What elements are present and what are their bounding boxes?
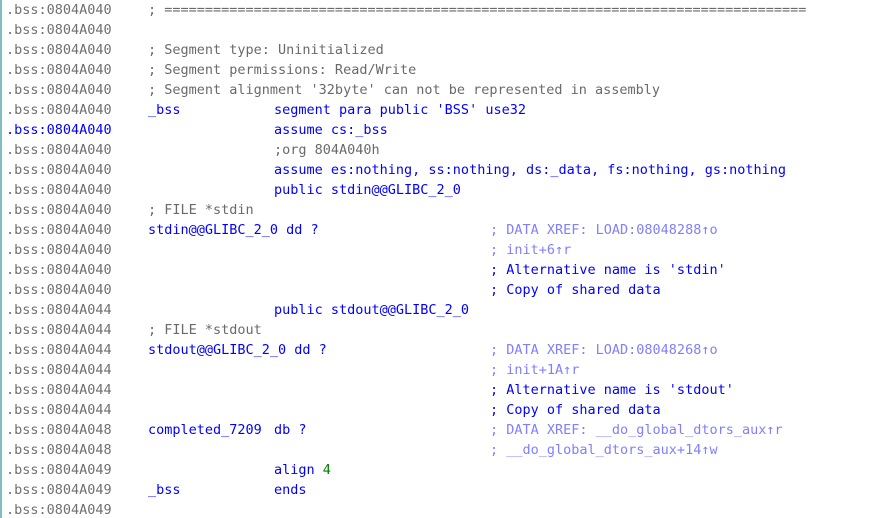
line-address[interactable]: .bss:0804A044 (6, 340, 112, 360)
listing-line[interactable]: .bss:0804A040 ; =========================… (2, 0, 892, 20)
line-address[interactable]: .bss:0804A040 (6, 220, 112, 240)
instruction-mnemonic: assume cs:_bss (274, 122, 388, 138)
instruction-mnemonic: ;org 804A040h (274, 142, 380, 158)
listing-line[interactable]: .bss:0804A040 ; FILE *stdin (2, 200, 892, 220)
line-address[interactable]: .bss:0804A040 (6, 80, 112, 100)
line-address[interactable]: .bss:0804A040 (6, 280, 112, 300)
listing-line[interactable]: .bss:0804A040 ; Segment permissions: Read… (2, 60, 892, 80)
label-name[interactable]: completed_7209 (148, 420, 262, 440)
listing-line[interactable]: .bss:0804A040 (2, 20, 892, 40)
line-address[interactable]: .bss:0804A040 (6, 240, 112, 260)
instruction-mnemonic: db ? (274, 422, 307, 438)
listing-line[interactable]: .bss:0804A040 ; Alternative name is 'stdi… (2, 260, 892, 280)
label-name[interactable]: stdout@@GLIBC_2_0 dd ? (148, 340, 327, 360)
line-comment: ; Segment permissions: Read/Write (148, 62, 417, 78)
listing-line[interactable]: .bss:0804A048 ; __do_global_dtors_aux+14↑… (2, 440, 892, 460)
line-address[interactable]: .bss:0804A040 (6, 200, 112, 220)
instruction-text: ends (274, 480, 307, 500)
line-address[interactable]: .bss:0804A040 (6, 260, 112, 280)
instruction-text: public stdin@@GLIBC_2_0 (274, 180, 461, 200)
disassembly-listing[interactable]: .bss:0804A040 ; =========================… (0, 0, 892, 518)
instruction-text: assume cs:_bss (274, 120, 388, 140)
xref-comment[interactable]: ; DATA XREF: LOAD:08048268↑o (490, 340, 718, 360)
listing-line[interactable]: .bss:0804A040 public stdin@@GLIBC_2_0 (2, 180, 892, 200)
line-address[interactable]: .bss:0804A040 (6, 120, 112, 140)
label-name[interactable]: stdin@@GLIBC_2_0 dd ? (148, 220, 319, 240)
xref-comment[interactable]: ; DATA XREF: __do_global_dtors_aux↑r (490, 420, 783, 440)
instruction-text: align 4 (274, 460, 331, 480)
listing-line[interactable]: .bss:0804A044 ; Copy of shared data (2, 400, 892, 420)
listing-line[interactable]: .bss:0804A040 ; Copy of shared data (2, 280, 892, 300)
instruction-mnemonic: align (274, 462, 315, 478)
line-address[interactable]: .bss:0804A040 (6, 60, 112, 80)
line-comment: ; Alternative name is 'stdin' (490, 262, 726, 278)
listing-line[interactable]: .bss:0804A040 stdin@@GLIBC_2_0 dd ? ; DATA… (2, 220, 892, 240)
listing-line[interactable]: .bss:0804A048 completed_7209 db ? ; DATA XR… (2, 420, 892, 440)
listing-line[interactable]: .bss:0804A049 _bss ends (2, 480, 892, 500)
listing-line[interactable]: .bss:0804A040 ; Segment type: Uninitializ… (2, 40, 892, 60)
instruction-operand: 4 (322, 462, 331, 478)
line-comment: ; ======================================… (148, 2, 807, 18)
instruction-text: assume es:nothing, ss:nothing, ds:_data,… (274, 160, 786, 180)
line-comment: ; FILE *stdout (148, 322, 262, 338)
line-address[interactable]: .bss:0804A040 (6, 180, 112, 200)
line-address[interactable]: .bss:0804A044 (6, 400, 112, 420)
listing-line[interactable]: .bss:0804A044 public stdout@@GLIBC_2_0 (2, 300, 892, 320)
line-address[interactable]: .bss:0804A040 (6, 140, 112, 160)
instruction-mnemonic: ends (274, 482, 307, 498)
instruction-text: segment para public 'BSS' use32 (274, 100, 526, 120)
xref-comment[interactable]: ; init+1A↑r (490, 360, 579, 380)
listing-line[interactable]: .bss:0804A040 ; Segment alignment '32byte… (2, 80, 892, 100)
line-comment: ; Segment alignment '32byte' can not be … (148, 82, 661, 98)
listing-line[interactable]: .bss:0804A049 (2, 500, 892, 518)
line-address[interactable]: .bss:0804A044 (6, 300, 112, 320)
listing-line[interactable]: .bss:0804A044 stdout@@GLIBC_2_0 dd ? ; DAT… (2, 340, 892, 360)
listing-line[interactable]: .bss:0804A044 ; Alternative name is 'stdo… (2, 380, 892, 400)
instruction-mnemonic: segment para public 'BSS' use32 (274, 102, 526, 118)
line-address[interactable]: .bss:0804A040 (6, 100, 112, 120)
listing-line[interactable]: .bss:0804A044 ; init+1A↑r (2, 360, 892, 380)
line-address[interactable]: .bss:0804A044 (6, 320, 112, 340)
listing-line[interactable]: .bss:0804A040 _bss segment para public 'BS… (2, 100, 892, 120)
line-address[interactable]: .bss:0804A040 (6, 20, 112, 40)
xref-comment[interactable]: ; DATA XREF: LOAD:08048288↑o (490, 220, 718, 240)
line-address[interactable]: .bss:0804A049 (6, 480, 112, 500)
line-address[interactable]: .bss:0804A040 (6, 160, 112, 180)
line-address[interactable]: .bss:0804A049 (6, 500, 112, 518)
line-address[interactable]: .bss:0804A044 (6, 380, 112, 400)
line-address[interactable]: .bss:0804A040 (6, 40, 112, 60)
line-address[interactable]: .bss:0804A048 (6, 420, 112, 440)
label-name[interactable]: _bss (148, 100, 181, 120)
instruction-mnemonic: public stdin@@GLIBC_2_0 (274, 182, 461, 198)
instruction-text: db ? (274, 420, 307, 440)
instruction-text: ;org 804A040h (274, 140, 380, 160)
line-comment: ; Copy of shared data (490, 402, 661, 418)
listing-line[interactable]: .bss:0804A040 assume es:nothing, ss:nothi… (2, 160, 892, 180)
xref-comment[interactable]: ; init+6↑r (490, 240, 571, 260)
line-address[interactable]: .bss:0804A040 (6, 0, 112, 20)
line-comment: ; FILE *stdin (148, 202, 254, 218)
instruction-mnemonic: assume es:nothing, ss:nothing, ds:_data,… (274, 162, 787, 178)
line-comment: ; Segment type: Uninitialized (148, 42, 384, 58)
listing-line[interactable]: .bss:0804A040 ;org 804A040h (2, 140, 892, 160)
line-comment: ; Copy of shared data (490, 282, 661, 298)
line-address[interactable]: .bss:0804A044 (6, 360, 112, 380)
listing-line[interactable]: .bss:0804A040 assume cs:_bss (2, 120, 892, 140)
listing-line[interactable]: .bss:0804A044 ; FILE *stdout (2, 320, 892, 340)
line-address[interactable]: .bss:0804A048 (6, 440, 112, 460)
listing-line[interactable]: .bss:0804A040 ; init+6↑r (2, 240, 892, 260)
instruction-text: public stdout@@GLIBC_2_0 (274, 300, 469, 320)
xref-comment[interactable]: ; __do_global_dtors_aux+14↑w (490, 440, 718, 460)
listing-line[interactable]: .bss:0804A049 align 4 (2, 460, 892, 480)
label-name[interactable]: _bss (148, 480, 181, 500)
line-address[interactable]: .bss:0804A049 (6, 460, 112, 480)
instruction-mnemonic: public stdout@@GLIBC_2_0 (274, 302, 470, 318)
line-comment: ; Alternative name is 'stdout' (490, 382, 734, 398)
